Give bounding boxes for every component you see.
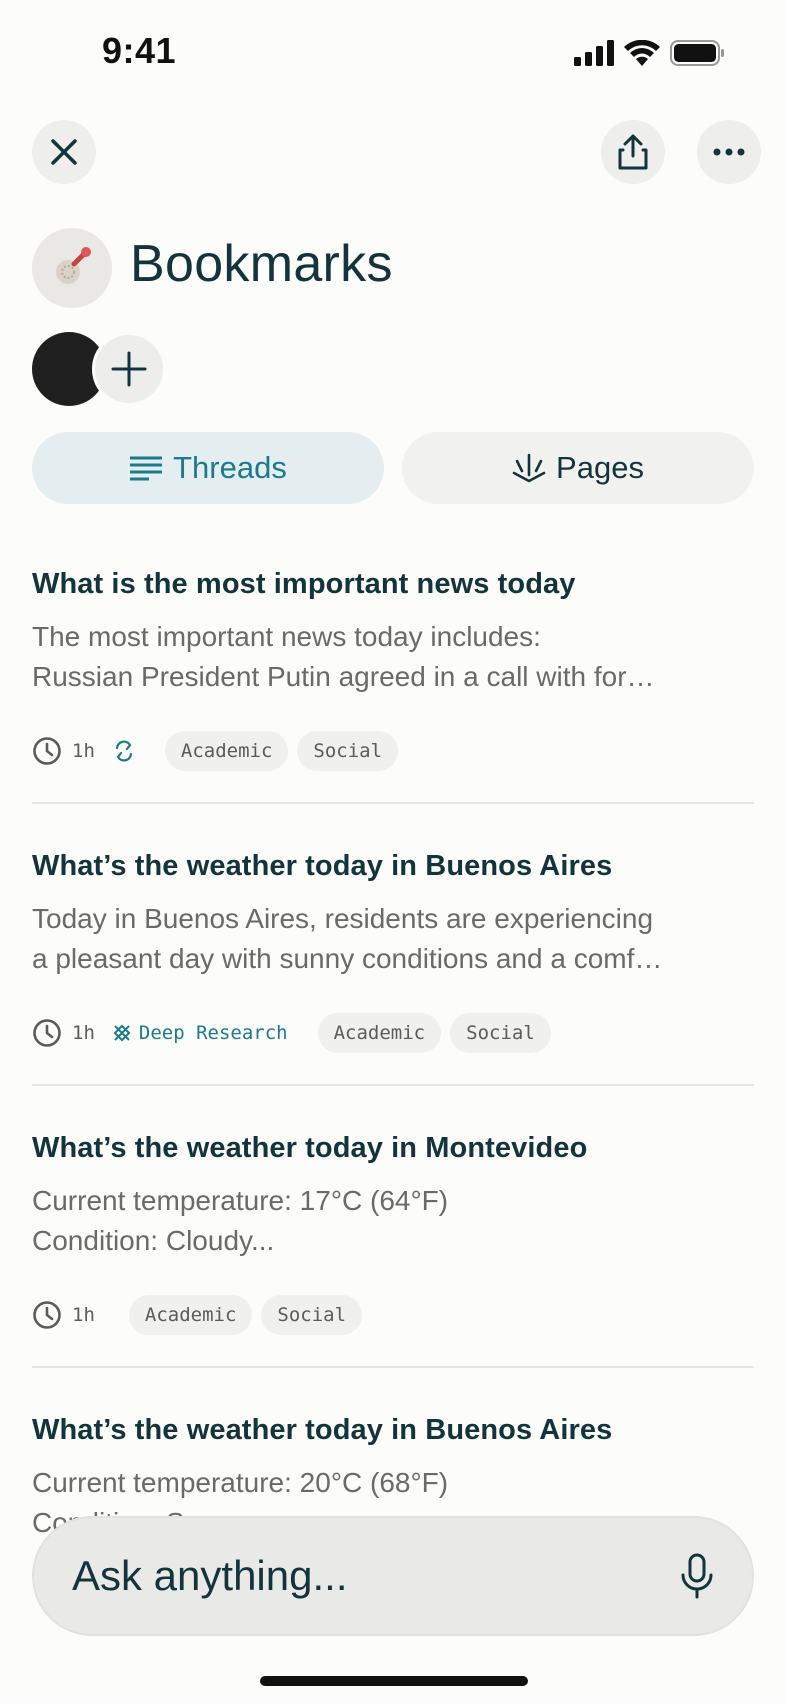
pages-icon (512, 453, 546, 483)
thread-title: What’s the weather today in Buenos Aires (32, 850, 613, 882)
tab-pages[interactable]: Pages (402, 432, 754, 504)
cellular-signal-icon (574, 40, 614, 66)
thread-snippet: Current temperature: 17°C (64°F) Conditi… (32, 1185, 449, 1256)
add-member-button[interactable] (92, 332, 166, 406)
tag-social[interactable]: Social (450, 1013, 551, 1053)
battery-icon (670, 40, 724, 66)
thread-meta: 1h Academic Social (32, 1295, 371, 1335)
thread-time: 1h (72, 740, 95, 762)
wifi-icon (624, 40, 660, 66)
tag-academic[interactable]: Academic (317, 1013, 442, 1053)
thread-snippet: Today in Buenos Aires, residents are exp… (32, 903, 663, 974)
thread-mode (113, 740, 135, 762)
thread-item[interactable]: What’s the weather today in Montevideo C… (32, 1132, 754, 1261)
tag-academic[interactable]: Academic (128, 1295, 253, 1335)
thread-title: What’s the weather today in Montevideo (32, 1132, 588, 1164)
thread-meta: 1h Deep Research Academic Social (32, 1013, 560, 1053)
status-time: 9:41 (102, 30, 177, 71)
more-options-button[interactable] (697, 120, 761, 184)
pro-search-icon (115, 740, 132, 762)
thread-item[interactable]: What is the most important news today Th… (32, 568, 754, 697)
thread-time: 1h (72, 1304, 95, 1326)
divider (32, 802, 754, 804)
divider (32, 1084, 754, 1086)
share-icon (618, 134, 648, 170)
bookmark-pin-icon (56, 247, 91, 284)
home-indicator (260, 1676, 528, 1686)
thread-time: 1h (72, 1022, 95, 1044)
ask-input[interactable]: Ask anything... (72, 1552, 680, 1600)
thread-meta: 1h Academic Social (32, 731, 407, 771)
thread-mode-label: Deep Research (138, 1022, 288, 1044)
thread-title: What is the most important news today (32, 568, 576, 600)
list-icon (130, 456, 163, 481)
tab-pages-label: Pages (556, 450, 644, 485)
plus-icon (111, 351, 147, 387)
divider (32, 1366, 754, 1368)
microphone-icon[interactable] (680, 1553, 714, 1599)
page-title: Bookmarks (130, 235, 393, 293)
close-button[interactable] (32, 120, 96, 184)
ask-input-bar[interactable]: Ask anything... (32, 1516, 754, 1636)
tab-threads-label: Threads (173, 450, 287, 485)
thread-title: What’s the weather today in Buenos Aires (32, 1414, 613, 1446)
tag-social[interactable]: Social (261, 1295, 363, 1335)
thread-mode: Deep Research (113, 1022, 288, 1044)
status-icons (574, 40, 726, 66)
collection-emoji-icon[interactable] (32, 228, 112, 308)
tag-social[interactable]: Social (297, 731, 399, 771)
thread-item[interactable]: What’s the weather today in Buenos Aires… (32, 850, 754, 979)
tag-academic[interactable]: Academic (164, 731, 289, 771)
deep-research-icon (113, 1024, 131, 1042)
thread-snippet: The most important news today includes: … (32, 621, 655, 692)
close-icon (51, 139, 77, 165)
status-bar: 9:41 (0, 0, 786, 100)
share-button[interactable] (601, 120, 665, 184)
tab-threads[interactable]: Threads (32, 432, 384, 504)
more-icon (713, 148, 745, 156)
clock-icon (33, 1019, 61, 1047)
clock-icon (33, 737, 61, 765)
clock-icon (33, 1301, 61, 1329)
